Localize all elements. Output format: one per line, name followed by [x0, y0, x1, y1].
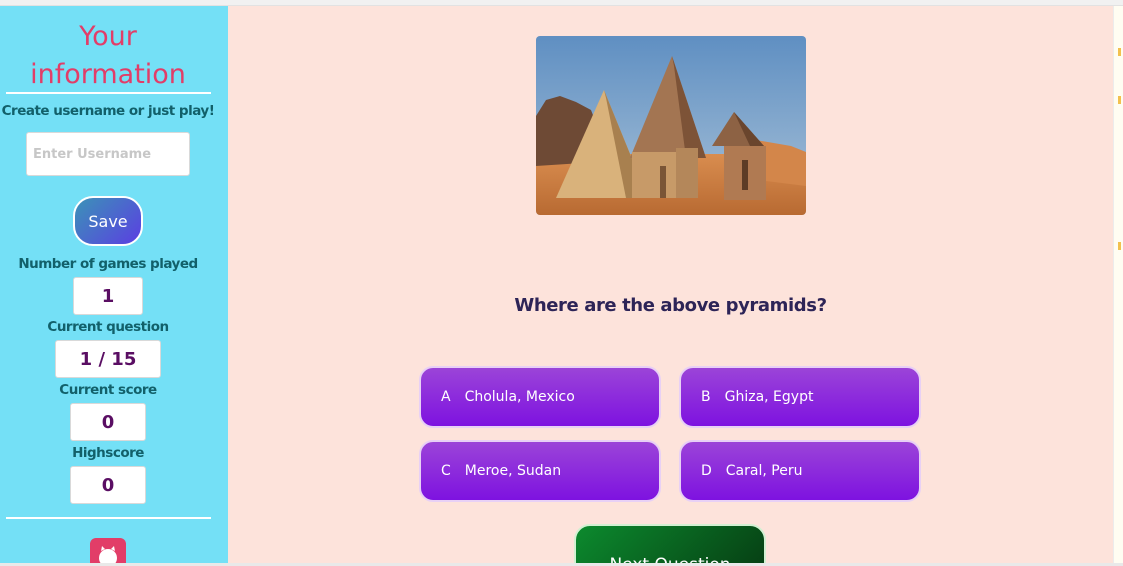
gutter-marker: [1118, 242, 1121, 250]
quiz-area: Where are the above pyramids? A Cholula,…: [228, 6, 1113, 566]
answer-b-button[interactable]: B Ghiza, Egypt: [679, 366, 921, 428]
current-question-value: 1 / 15: [55, 340, 161, 378]
answer-a-text: Cholula, Mexico: [464, 389, 575, 405]
pyramids-image: [536, 36, 806, 215]
answer-c-button[interactable]: C Meroe, Sudan: [419, 440, 661, 502]
highscore-value: 0: [70, 466, 146, 504]
games-played-value: 1: [73, 277, 143, 315]
save-button[interactable]: Save: [73, 196, 143, 246]
answer-c-text: Meroe, Sudan: [464, 463, 562, 479]
username-input[interactable]: [26, 132, 190, 176]
current-score-label: Current score: [59, 382, 157, 398]
sidebar: Your information Create username or just…: [0, 6, 228, 566]
next-question-button[interactable]: Next Question: [574, 524, 766, 566]
highscore-label: Highscore: [72, 445, 144, 461]
answer-c-letter: C: [441, 463, 451, 479]
answer-a-button[interactable]: A Cholula, Mexico: [419, 366, 661, 428]
sidebar-title-line-2: information: [30, 59, 186, 90]
sidebar-title-line-1: Your: [79, 21, 137, 52]
current-score-value: 0: [70, 403, 146, 441]
answer-d-letter: D: [701, 463, 712, 479]
sidebar-divider: [6, 92, 211, 94]
answer-b-letter: B: [701, 389, 711, 405]
sidebar-divider-bottom: [6, 517, 211, 519]
answer-d-text: Caral, Peru: [725, 463, 803, 479]
games-played-label: Number of games played: [18, 256, 198, 272]
create-username-label: Create username or just play!: [1, 103, 215, 119]
answer-a-letter: A: [441, 389, 451, 405]
gutter-marker: [1118, 96, 1121, 104]
answer-d-button[interactable]: D Caral, Peru: [679, 440, 921, 502]
question-text: Where are the above pyramids?: [514, 295, 827, 316]
answer-b-text: Ghiza, Egypt: [724, 389, 814, 405]
github-icon[interactable]: [90, 538, 126, 566]
editor-gutter: [1113, 6, 1123, 566]
current-question-label: Current question: [47, 319, 169, 335]
gutter-marker: [1118, 48, 1121, 56]
